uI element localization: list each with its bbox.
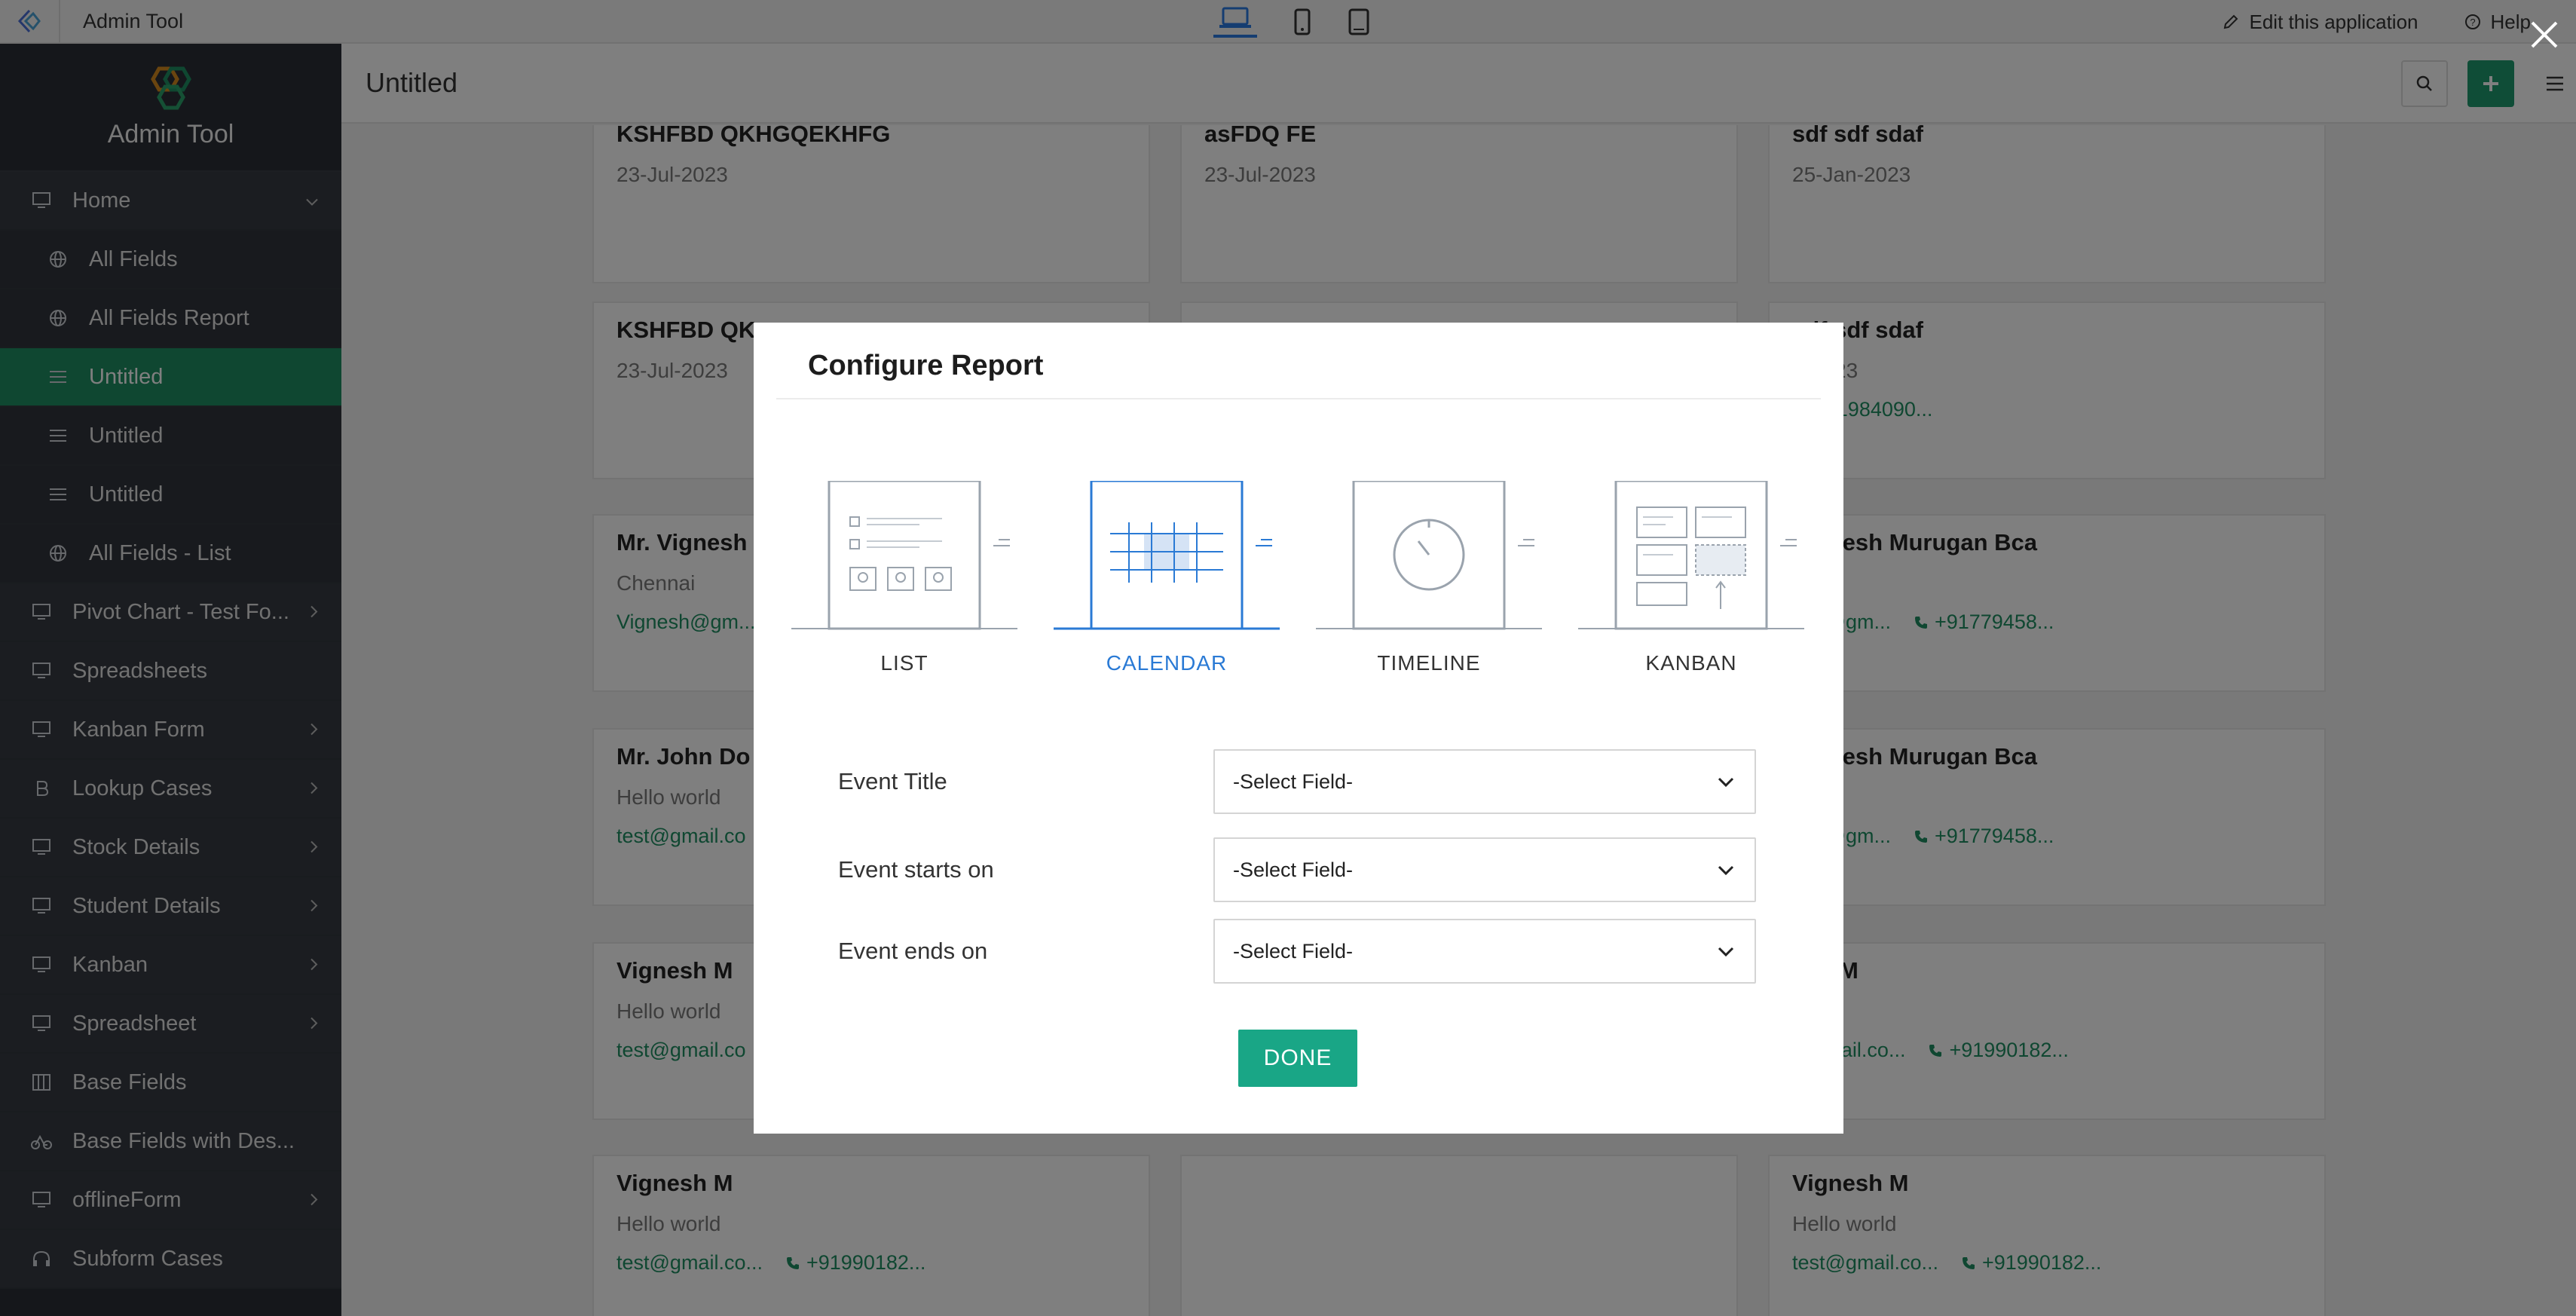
event-ends-select-value: -Select Field-: [1233, 939, 1354, 963]
close-icon: [2531, 21, 2558, 48]
list-report-icon: [791, 481, 1017, 630]
done-button[interactable]: DONE: [1238, 1030, 1357, 1087]
chevron-down-icon: [1718, 777, 1734, 788]
chevron-down-icon: [1718, 865, 1734, 876]
report-type-calendar[interactable]: CALENDAR: [1054, 481, 1280, 707]
kanban-report-icon: [1578, 481, 1804, 630]
event-ends-select[interactable]: -Select Field-: [1213, 919, 1756, 984]
report-type-timeline[interactable]: TIMELINE: [1316, 481, 1542, 707]
report-type-list[interactable]: LIST: [791, 481, 1017, 707]
timeline-report-icon: [1316, 481, 1542, 630]
report-type-selector: LIST CALENDAR TIMELINE KANBAN: [754, 481, 1843, 707]
event-starts-select-value: -Select Field-: [1233, 858, 1354, 881]
report-type-label: LIST: [880, 651, 929, 675]
report-type-label: KANBAN: [1645, 651, 1737, 675]
event-title-select[interactable]: -Select Field-: [1213, 749, 1756, 814]
event-title-row: Event Title -Select Field-: [838, 749, 1758, 814]
event-starts-row: Event starts on -Select Field-: [838, 837, 1758, 902]
report-type-kanban[interactable]: KANBAN: [1578, 481, 1804, 707]
report-type-label: CALENDAR: [1106, 651, 1228, 675]
event-starts-select[interactable]: -Select Field-: [1213, 837, 1756, 902]
calendar-report-icon: [1054, 481, 1280, 630]
modal-title: Configure Report: [808, 350, 1044, 381]
event-ends-row: Event ends on -Select Field-: [838, 919, 1758, 984]
chevron-down-icon: [1718, 947, 1734, 957]
event-title-label: Event Title: [838, 768, 947, 794]
close-modal-button[interactable]: [2528, 18, 2561, 51]
event-ends-label: Event ends on: [838, 938, 988, 964]
modal-divider: [776, 398, 1821, 399]
report-type-label: TIMELINE: [1377, 651, 1481, 675]
event-starts-label: Event starts on: [838, 856, 994, 883]
event-title-select-value: -Select Field-: [1233, 770, 1354, 793]
configure-report-modal: Configure Report LIST CALENDAR TIMELINE …: [754, 323, 1843, 1134]
